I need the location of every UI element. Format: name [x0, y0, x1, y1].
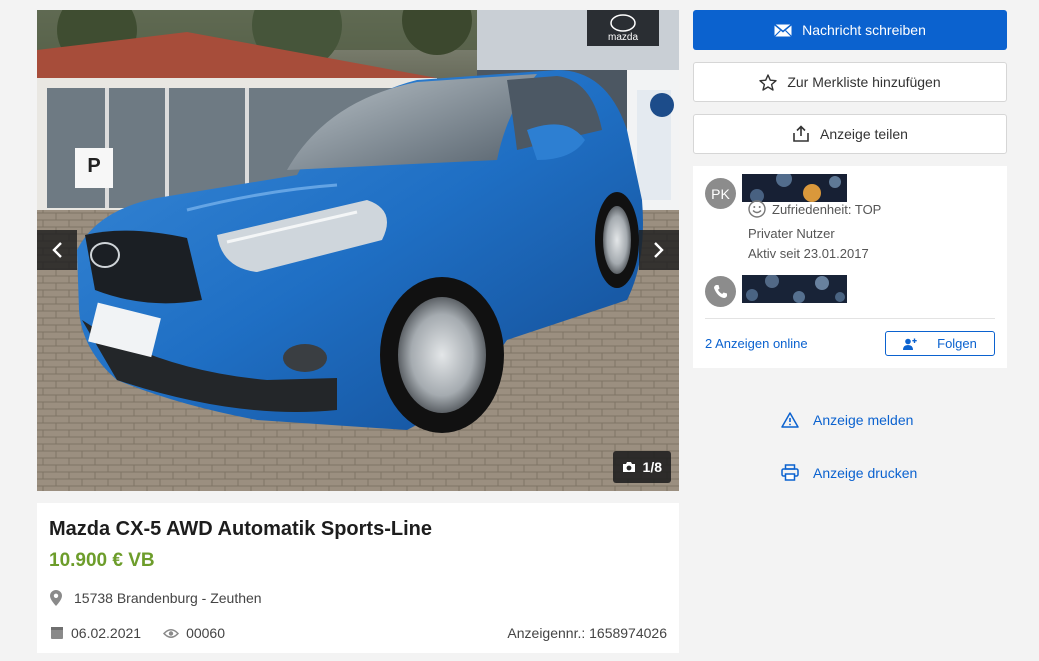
seller-rating: Zufriedenheit: TOP	[748, 200, 881, 218]
car-photo: mazda P	[37, 10, 679, 491]
ad-number: Anzeigennr.: 1658974026	[507, 625, 667, 641]
report-ad-label: Anzeige melden	[813, 412, 914, 428]
print-ad-label: Anzeige drucken	[813, 464, 918, 481]
ad-meta: 06.02.2021 00060 Anzeigennr.: 1658974026	[50, 625, 667, 641]
chevron-right-icon	[654, 242, 664, 258]
phone-icon	[714, 285, 727, 298]
follow-button[interactable]: Folgen	[885, 331, 995, 356]
calendar-icon	[51, 627, 63, 639]
report-ad-link[interactable]: Anzeige melden	[781, 412, 913, 428]
ad-title: Mazda CX-5 AWD Automatik Sports-Line	[49, 518, 432, 540]
add-user-icon	[903, 338, 917, 350]
warning-icon	[781, 412, 799, 428]
satisfaction-text: Zufriedenheit: TOP	[772, 201, 882, 217]
chevron-left-icon	[52, 242, 62, 258]
seller-avatar[interactable]: PK	[705, 178, 736, 209]
camera-icon	[622, 462, 635, 472]
seller-initials: PK	[711, 185, 730, 202]
ad-location: 15738 Brandenburg - Zeuthen	[50, 590, 262, 606]
star-icon	[759, 73, 778, 91]
ad-date: 06.02.2021	[50, 625, 141, 641]
dealer-sign-text: mazda	[608, 32, 638, 43]
previous-image-button[interactable]	[37, 230, 77, 270]
print-ad-link[interactable]: Anzeige drucken	[781, 464, 917, 481]
map-pin-icon	[50, 590, 62, 606]
ad-details: Mazda CX-5 AWD Automatik Sports-Line 10.…	[37, 503, 679, 653]
blurred-phone-image	[742, 275, 847, 303]
seller-name-hidden[interactable]	[742, 174, 847, 202]
seller-card: PK Zufriedenheit: TOP Privater Nutzer Ak…	[693, 166, 1007, 368]
printer-icon	[781, 464, 799, 481]
date-text: 06.02.2021	[71, 625, 142, 641]
ad-price: 10.900 € VB	[49, 550, 155, 571]
message-button-label: Nachricht schreiben	[802, 22, 926, 38]
image-counter-text: 1/8	[642, 459, 662, 475]
watchlist-button-label: Zur Merkliste hinzufügen	[787, 74, 941, 90]
parking-sign-text: P	[87, 155, 100, 177]
watchlist-button[interactable]: Zur Merkliste hinzufügen	[693, 62, 1007, 102]
seller-active-since: Aktiv seit 23.01.2017	[748, 246, 869, 261]
image-gallery[interactable]: mazda P 1/8	[37, 10, 679, 491]
follow-button-label: Folgen	[937, 336, 977, 351]
eye-icon	[163, 628, 180, 638]
seller-phone-hidden[interactable]	[742, 275, 847, 303]
envelope-icon	[774, 23, 793, 37]
phone-avatar[interactable]	[705, 276, 736, 307]
seller-type: Privater Nutzer	[748, 226, 835, 241]
ad-views: 00060	[163, 625, 225, 641]
views-text: 00060	[186, 625, 226, 641]
next-image-button[interactable]	[639, 230, 679, 270]
seller-ads-online-link[interactable]: 2 Anzeigen online	[705, 336, 808, 351]
share-icon	[793, 125, 809, 142]
location-text: 15738 Brandenburg - Zeuthen	[74, 590, 262, 606]
smiley-icon	[748, 200, 766, 218]
message-button[interactable]: Nachricht schreiben	[693, 10, 1007, 50]
share-button-label: Anzeige teilen	[820, 126, 908, 142]
image-counter[interactable]: 1/8	[612, 451, 671, 483]
share-button[interactable]: Anzeige teilen	[693, 114, 1007, 154]
blurred-name-image	[742, 174, 847, 202]
seller-divider	[705, 318, 995, 319]
